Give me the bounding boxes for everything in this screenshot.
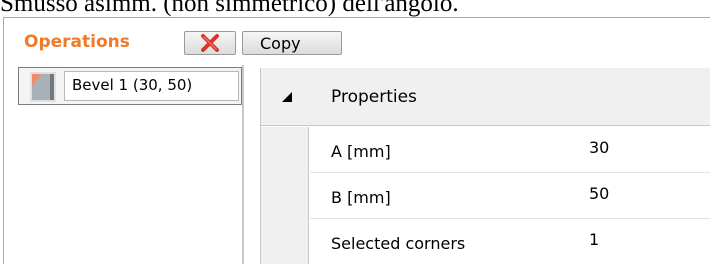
operations-toolbar: Operations Copy — [4, 18, 710, 64]
operations-panel: Operations Copy Bevel 1 (30, 50) Propert… — [3, 17, 710, 264]
property-row-b[interactable]: B [mm] 50 — [310, 173, 710, 219]
property-label: B [mm] — [331, 188, 391, 207]
list-item[interactable]: Bevel 1 (30, 50) — [18, 67, 242, 105]
operations-title: Operations — [24, 32, 130, 52]
property-label: A [mm] — [331, 142, 391, 161]
property-value[interactable]: 1 — [589, 230, 599, 250]
property-value[interactable]: 30 — [589, 138, 609, 158]
operations-list: Bevel 1 (30, 50) — [4, 65, 254, 264]
delete-button[interactable] — [184, 31, 236, 55]
list-item-label-box: Bevel 1 (30, 50) — [64, 71, 239, 101]
properties-header[interactable]: Properties — [261, 68, 710, 126]
list-item-label: Bevel 1 (30, 50) — [72, 76, 193, 94]
copy-button[interactable]: Copy — [242, 31, 342, 55]
panel-divider[interactable] — [242, 65, 244, 264]
property-row-a[interactable]: A [mm] 30 — [310, 127, 710, 173]
properties-grid: Properties A [mm] 30 B [mm] 50 Selected … — [260, 68, 710, 264]
delete-x-icon — [201, 34, 219, 52]
property-row-selected-corners[interactable]: Selected corners 1 — [310, 219, 710, 264]
collapse-triangle-icon[interactable] — [281, 92, 293, 102]
bevel-icon — [30, 72, 56, 102]
properties-gutter — [261, 127, 309, 264]
property-value[interactable]: 50 — [589, 184, 609, 204]
properties-title: Properties — [331, 87, 417, 107]
copy-button-label: Copy — [260, 34, 301, 53]
property-label: Selected corners — [331, 234, 466, 253]
document-caption: Smusso asimm. (non simmetrico) dell'ango… — [0, 0, 459, 17]
